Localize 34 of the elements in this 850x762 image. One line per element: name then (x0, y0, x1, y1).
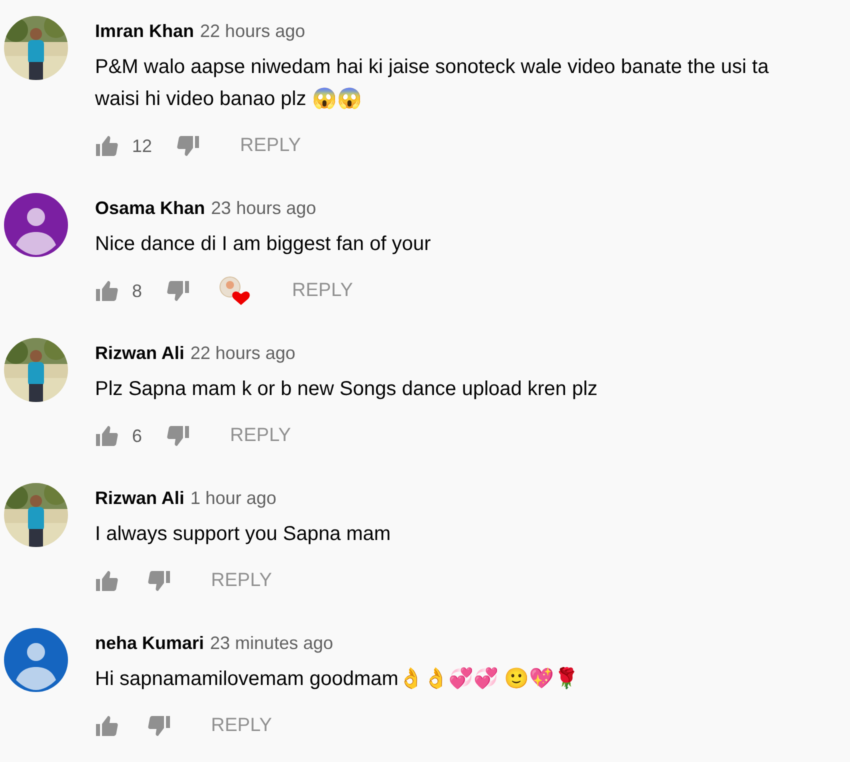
comment-text: Plz Sapna mam k or b new Songs dance upload kren plz (95, 377, 598, 402)
thumbs-up-icon[interactable] (95, 135, 119, 157)
thumbs-up-icon[interactable] (95, 425, 119, 447)
thumbs-down-icon[interactable] (166, 280, 190, 302)
comment-time[interactable]: 23 hours ago (211, 195, 316, 222)
author-name[interactable]: Rizwan Ali (95, 340, 184, 367)
author-name[interactable]: Osama Khan (95, 195, 206, 222)
comment-text: P&M walo aapse niwedam hai ki jaise sonoteck wale video banate the usi ta (95, 55, 769, 80)
thumbs-up-icon[interactable] (95, 570, 119, 592)
thumbs-up-icon[interactable] (95, 280, 119, 302)
author-name[interactable]: Rizwan Ali (95, 485, 184, 512)
comment-text: Hi sapnamamilovemam goodmam👌👌💞💞 🙂💖🌹 (95, 666, 580, 692)
reply-button[interactable]: REPLY (201, 708, 282, 744)
like-count: 8 (132, 280, 142, 302)
thumbs-down-icon[interactable] (147, 715, 171, 737)
comment-text: waisi hi video banao plz 😱😱 (95, 86, 363, 112)
comment-time[interactable]: 1 hour ago (190, 485, 276, 512)
comment-time[interactable]: 23 minutes ago (210, 630, 334, 657)
like-count: 12 (132, 134, 152, 158)
thumbs-down-icon[interactable] (166, 425, 190, 447)
thumbs-down-icon[interactable] (147, 570, 171, 592)
author-name[interactable]: neha Kumari (95, 630, 204, 657)
author-name[interactable]: Imran Khan (95, 18, 194, 45)
comment-time[interactable]: 22 hours ago (190, 340, 296, 367)
comment-time[interactable]: 22 hours ago (200, 18, 306, 45)
reply-button[interactable]: REPLY (220, 418, 301, 454)
thumbs-down-icon[interactable] (176, 135, 200, 157)
reply-button[interactable]: REPLY (282, 272, 363, 310)
thumbs-up-icon[interactable] (95, 715, 119, 737)
reply-button[interactable]: REPLY (230, 128, 311, 164)
comment-text: Nice dance di I am biggest fan of your (95, 232, 431, 257)
reply-button[interactable]: REPLY (201, 562, 282, 600)
comment-text: I always support you Sapna mam (95, 522, 391, 547)
like-count: 6 (132, 424, 142, 448)
